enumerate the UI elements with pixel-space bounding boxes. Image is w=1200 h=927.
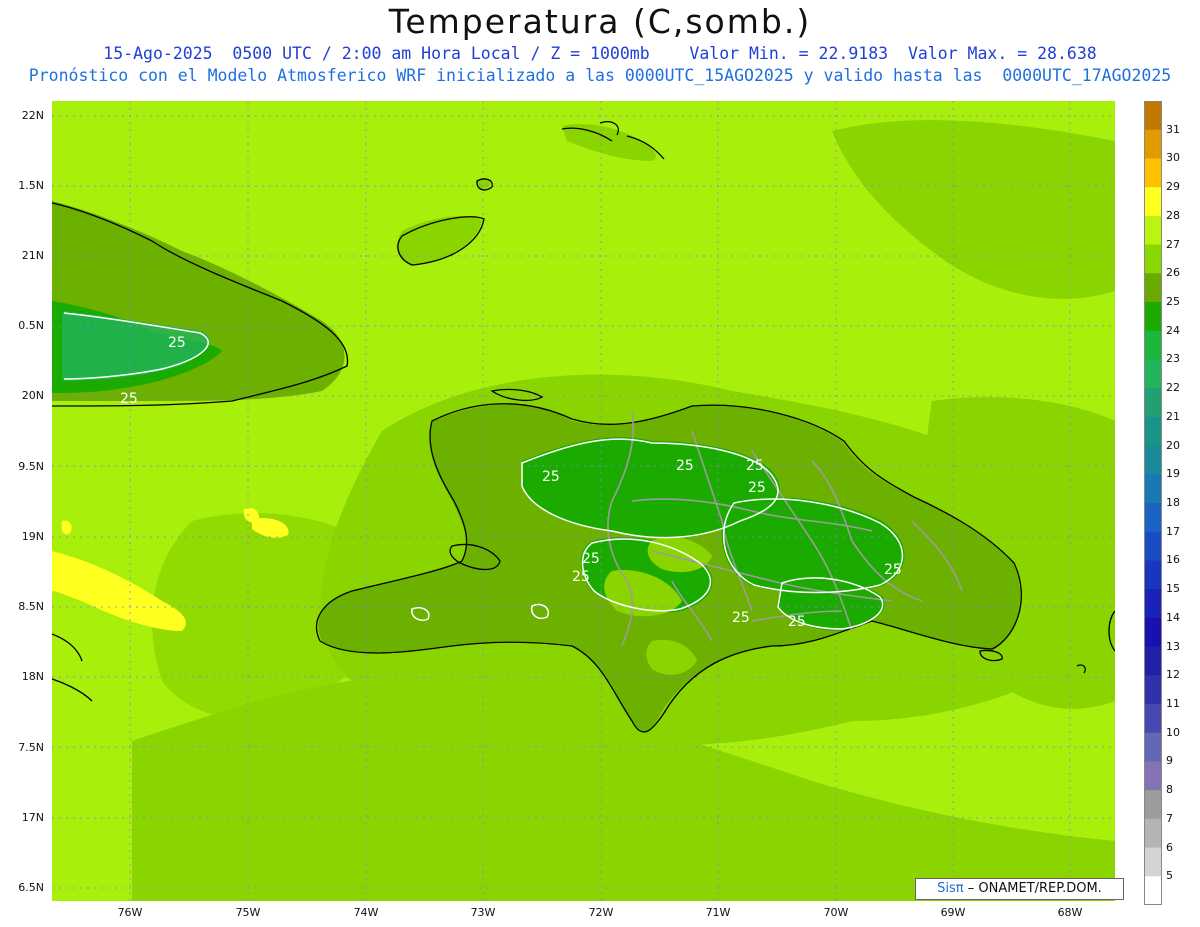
latitude-label: 21N: [21, 249, 44, 262]
colorbar-label: 18: [1166, 496, 1180, 509]
onamet-credit: – ONAMET/REP.DOM.: [967, 881, 1102, 896]
latitude-label: 0.5N: [18, 319, 44, 332]
colorbar-swatch: [1144, 531, 1162, 561]
longitude-label: 68W: [1057, 906, 1083, 919]
latitude-label: 9.5N: [18, 460, 44, 473]
colorbar-label: 19: [1166, 467, 1180, 481]
colorbar-swatch: [1144, 158, 1162, 188]
credit-box: Sisπ – ONAMET/REP.DOM.: [915, 878, 1124, 900]
colorbar-swatch: [1144, 474, 1162, 504]
colorbar-swatch: [1144, 617, 1162, 648]
colorbar-label: 31: [1166, 122, 1180, 136]
colorbar-label: 15: [1166, 582, 1180, 596]
colorbar-label: 16: [1166, 553, 1180, 567]
latitude-label: 8.5N: [18, 600, 44, 613]
latitude-label: 7.5N: [18, 741, 44, 754]
latitude-label: 6.5N: [18, 881, 44, 894]
colorbar-swatch: [1144, 818, 1162, 849]
colorbar-swatch: [1144, 503, 1162, 533]
colorbar-label: 14: [1166, 610, 1180, 624]
colorbar-label: 13: [1166, 639, 1180, 653]
colorbar-label: 30: [1166, 151, 1180, 165]
colorbar-label: 9: [1166, 754, 1173, 768]
colorbar-label: 11: [1166, 697, 1180, 710]
colorbar-label: 6: [1166, 840, 1173, 854]
temperature-map: 25 25 25 25 25 25 25 25 25 25 25: [52, 101, 1115, 901]
longitude-label: 70W: [823, 906, 849, 919]
colorbar: [1144, 101, 1162, 905]
contour-label: 25: [676, 458, 694, 474]
colorbar-swatch: [1144, 646, 1162, 676]
colorbar-swatch: [1144, 761, 1162, 791]
forecast-time-subtitle: 15-Ago-2025 0500 UTC / 2:00 am Hora Loca…: [103, 44, 1097, 63]
latitude-label: 18N: [21, 670, 44, 683]
colorbar-swatch: [1144, 330, 1162, 360]
longitude-label: 75W: [235, 906, 261, 919]
colorbar-swatch: [1144, 589, 1162, 619]
contour-label: 25: [542, 469, 560, 485]
colorbar-swatch: [1144, 302, 1162, 332]
latitude-label: 19N: [21, 530, 44, 543]
colorbar-label: 28: [1166, 208, 1180, 222]
colorbar-swatch: [1144, 273, 1162, 303]
colorbar-label: 22: [1166, 381, 1180, 395]
latitude-label: 22N: [21, 109, 44, 122]
colorbar-swatch: [1144, 187, 1162, 217]
model-info-subtitle: Pronóstico con el Modelo Atmosferico WRF…: [28, 66, 1172, 85]
colorbar-label: 5: [1166, 869, 1173, 883]
contour-label: 25: [788, 614, 806, 630]
colorbar-swatch: [1144, 244, 1162, 274]
colorbar-swatch: [1144, 359, 1162, 389]
colorbar-swatch: [1144, 790, 1162, 820]
colorbar-swatch: [1144, 675, 1162, 705]
colorbar-swatch: [1144, 388, 1162, 418]
colorbar-swatch: [1144, 445, 1162, 475]
latitude-label: 17N: [21, 811, 44, 824]
colorbar-swatch: [1144, 560, 1162, 590]
map-title: Temperatura (C,somb.): [388, 2, 812, 41]
longitude-label: 69W: [940, 906, 966, 919]
colorbar-swatch: [1144, 704, 1162, 734]
colorbar-swatch: [1144, 101, 1162, 131]
colorbar-swatch: [1144, 732, 1162, 762]
colorbar-label: 7: [1166, 811, 1173, 825]
colorbar-label: 21: [1166, 409, 1180, 423]
colorbar-label: 26: [1166, 266, 1180, 280]
colorbar-label: 17: [1166, 524, 1180, 538]
colorbar-swatch: [1144, 215, 1162, 246]
contour-label: 25: [746, 458, 764, 474]
contour-label: 25: [748, 480, 766, 496]
colorbar-label: 24: [1166, 323, 1180, 337]
contour-label: 25: [120, 391, 138, 407]
longitude-label: 72W: [588, 906, 614, 919]
latitude-label: 1.5N: [18, 179, 44, 192]
longitude-label: 73W: [470, 906, 496, 919]
colorbar-label: 10: [1166, 725, 1180, 739]
colorbar-label: 12: [1166, 668, 1180, 682]
colorbar-label: 8: [1166, 783, 1173, 797]
colorbar-swatch: [1144, 847, 1162, 877]
longitude-label: 71W: [705, 906, 731, 919]
colorbar-label: 20: [1166, 438, 1180, 452]
contour-label: 25: [732, 610, 750, 626]
contour-label: 25: [582, 551, 600, 567]
sispi-logo-text: Sisπ: [937, 881, 964, 896]
colorbar-label: 25: [1166, 295, 1180, 308]
contour-label: 25: [572, 569, 590, 585]
latitude-label: 20N: [21, 389, 44, 402]
colorbar-label: 23: [1166, 352, 1180, 366]
colorbar-swatch: [1144, 416, 1162, 447]
longitude-label: 76W: [117, 906, 143, 919]
contour-label: 25: [168, 335, 186, 351]
colorbar-swatch: [1144, 129, 1162, 159]
colorbar-label: 29: [1166, 180, 1180, 194]
colorbar-label: 27: [1166, 237, 1180, 251]
contour-label: 25: [884, 562, 902, 578]
colorbar-swatch: [1144, 876, 1162, 905]
longitude-label: 74W: [353, 906, 379, 919]
